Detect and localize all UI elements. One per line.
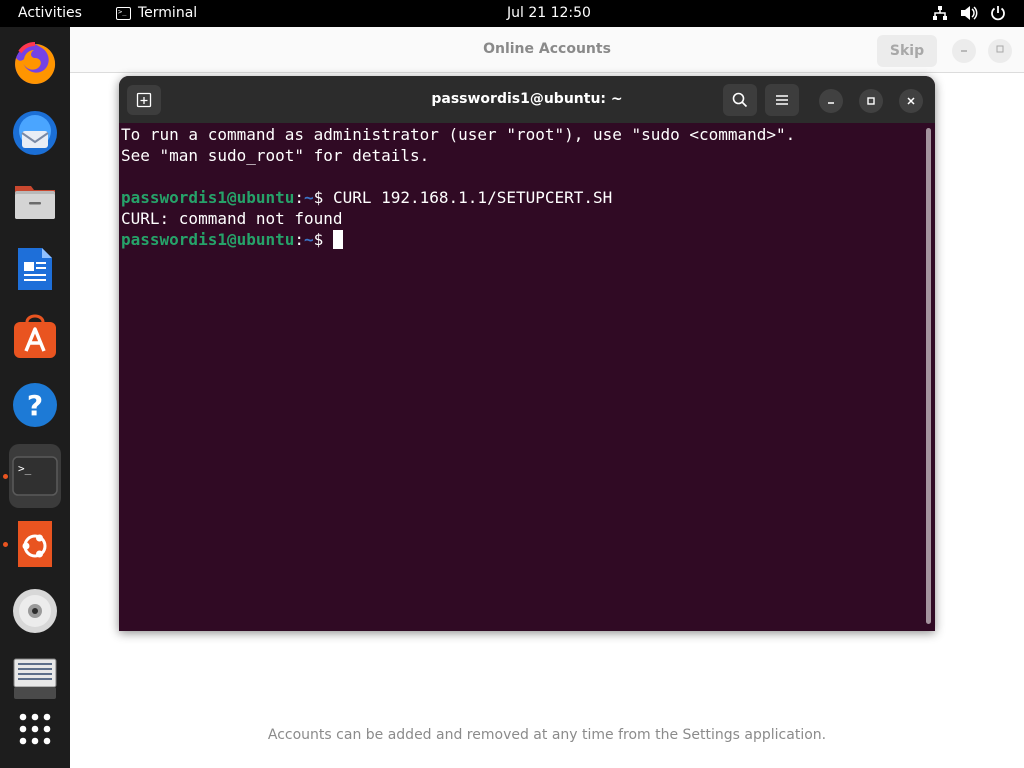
thunderbird-icon (13, 111, 57, 155)
dock-item-ubuntu-installer[interactable] (9, 518, 61, 570)
clock[interactable]: Jul 21 12:50 (507, 5, 591, 21)
restore-icon (996, 45, 1004, 53)
online-accounts-maximize-button[interactable] (988, 39, 1012, 63)
firefox-icon (15, 42, 56, 84)
maximize-icon (867, 97, 875, 105)
prompt-separator: : (294, 230, 305, 249)
hamburger-menu-button[interactable] (765, 84, 799, 116)
minimize-icon (828, 102, 834, 104)
dock-item-help[interactable]: ? (9, 379, 61, 431)
terminal-minimize-button[interactable] (819, 89, 843, 113)
ubuntu-installer-running-indicator (3, 542, 8, 547)
app-menu-button[interactable]: >_ Terminal (116, 5, 197, 21)
terminal-scrollbar[interactable] (926, 128, 931, 624)
search-icon (732, 92, 748, 108)
dock-item-libreoffice-writer[interactable] (9, 243, 61, 295)
app-menu-label: Terminal (138, 5, 198, 21)
terminal-close-button[interactable] (899, 89, 923, 113)
writer-icon (18, 248, 52, 290)
online-accounts-header: Online Accounts Skip (70, 27, 1024, 73)
app-grid-icon (19, 713, 51, 745)
prompt-path: ~ (304, 230, 314, 249)
skip-button[interactable]: Skip (877, 35, 937, 67)
dock-item-drive[interactable] (9, 653, 61, 705)
volume-icon (960, 5, 978, 21)
dock-item-firefox[interactable] (9, 37, 61, 89)
software-icon (14, 314, 56, 358)
dock-item-disc[interactable] (9, 585, 61, 637)
disc-icon (13, 589, 57, 633)
prompt-separator: : (294, 188, 305, 207)
system-status-area[interactable] (932, 5, 1006, 21)
prompt-symbol: $ (313, 230, 333, 249)
terminal-header-bar[interactable]: passwordis1@ubuntu: ~ (119, 76, 935, 123)
dock-item-ubuntu-software[interactable] (9, 311, 61, 363)
dock: ? >_ (0, 27, 70, 768)
online-accounts-footer-text: Accounts can be added and removed at any… (267, 727, 827, 743)
prompt-symbol: $ (313, 188, 333, 207)
prompt-user: passwordis1@ubuntu (121, 230, 295, 249)
online-accounts-minimize-button[interactable] (952, 39, 976, 63)
terminal-icon: >_ (12, 456, 58, 496)
terminal-line-prompt: passwordis1@ubuntu:~$ (121, 229, 921, 250)
terminal-maximize-button[interactable] (859, 89, 883, 113)
activities-button[interactable]: Activities (18, 5, 82, 21)
minimize-icon (961, 50, 967, 52)
power-icon (990, 5, 1006, 21)
top-bar: Activities >_ Terminal Jul 21 12:50 (0, 0, 1024, 27)
drive-icon (13, 658, 57, 699)
terminal-line-error: CURL: command not found (121, 209, 343, 228)
prompt-user: passwordis1@ubuntu (121, 188, 295, 207)
search-button[interactable] (723, 84, 757, 116)
close-icon (907, 97, 915, 105)
terminal-line: To run a command as administrator (user … (121, 125, 796, 144)
entered-command: CURL 192.168.1.1/SETUPCERT.SH (332, 188, 613, 207)
terminal-title: passwordis1@ubuntu: ~ (431, 91, 623, 107)
help-icon: ? (13, 383, 57, 427)
hamburger-icon (776, 95, 788, 105)
dock-item-thunderbird[interactable] (9, 107, 61, 159)
files-icon (15, 186, 55, 219)
show-applications-button[interactable] (9, 703, 61, 755)
network-icon (932, 5, 948, 21)
text-cursor (332, 230, 343, 249)
dock-item-files[interactable] (9, 175, 61, 227)
terminal-line-command: passwordis1@ubuntu:~$ CURL 192.168.1.1/S… (121, 187, 921, 208)
terminal-line: See "man sudo_root" for details. (121, 146, 430, 165)
terminal-window[interactable]: passwordis1@ubuntu: ~ To run a command a… (119, 76, 935, 631)
svg-text:>_: >_ (18, 462, 32, 475)
svg-text:?: ? (27, 389, 43, 422)
terminal-output[interactable]: To run a command as administrator (user … (121, 124, 921, 629)
terminal-app-icon: >_ (116, 6, 131, 20)
terminal-running-indicator (3, 474, 8, 479)
prompt-path: ~ (304, 188, 314, 207)
dock-item-terminal[interactable]: >_ (9, 444, 61, 508)
ubuntu-icon (18, 521, 52, 567)
